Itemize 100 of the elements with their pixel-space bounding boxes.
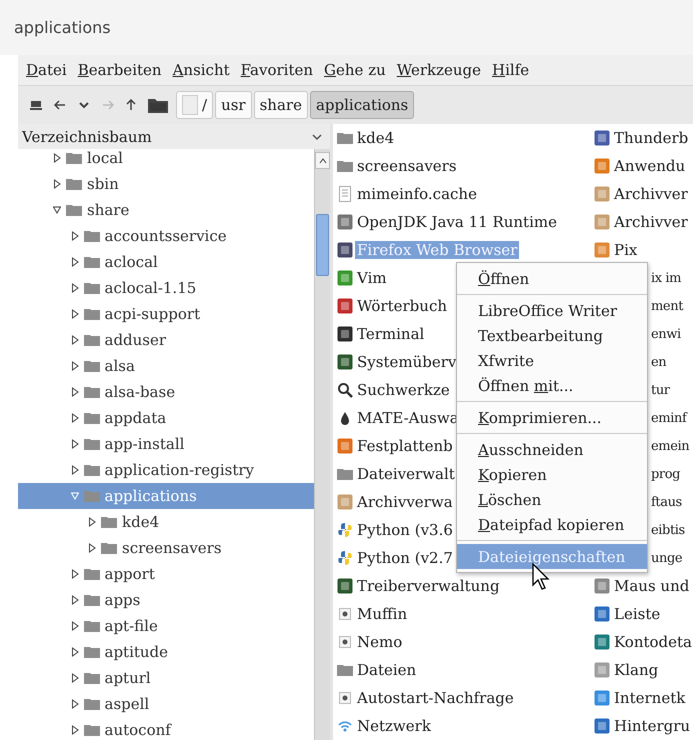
file-name[interactable]: Archivver (612, 185, 690, 203)
expander-icon[interactable] (70, 569, 78, 579)
expander-icon[interactable] (53, 205, 61, 215)
file-name[interactable]: Maus und (612, 577, 692, 595)
file-name[interactable]: screensavers (355, 157, 459, 175)
file-name[interactable]: Treiberverwaltung (355, 577, 502, 595)
file-name[interactable]: kde4 (355, 129, 396, 147)
file-name[interactable]: Dateien (355, 661, 418, 679)
file-name[interactable]: ix im (649, 270, 684, 286)
file-name[interactable]: Archivverwa (355, 493, 455, 511)
scroll-up-button[interactable] (315, 152, 330, 169)
file-name[interactable]: Thunderb (612, 129, 690, 147)
scrollbar[interactable] (314, 149, 330, 740)
expander-icon[interactable] (70, 465, 78, 475)
tree-item[interactable]: app-install (18, 431, 314, 457)
file-name[interactable]: tur (649, 382, 672, 398)
expander-icon[interactable] (70, 699, 78, 709)
expander-icon[interactable] (70, 647, 78, 657)
file-name[interactable]: Festplattenb (355, 437, 455, 455)
file-name[interactable]: Hintergru (612, 717, 692, 735)
tree-item[interactable]: screensavers (18, 535, 314, 561)
file-name[interactable]: Pix (612, 241, 640, 259)
expander-icon[interactable] (70, 439, 78, 449)
menu-item[interactable]: Ausschneiden (457, 437, 647, 462)
menu-item[interactable]: Werkzeuge (396, 61, 482, 79)
tree-item[interactable]: kde4 (18, 509, 314, 535)
expander-icon[interactable] (88, 517, 96, 527)
file-name[interactable]: Suchwerkze (355, 381, 452, 399)
menu-item[interactable]: Hilfe (492, 61, 530, 79)
menu-item[interactable]: Öffnen mit... (457, 373, 647, 398)
expander-icon[interactable] (70, 335, 78, 345)
expander-icon[interactable] (70, 673, 78, 683)
file-name[interactable]: Leiste (612, 605, 662, 623)
file-name[interactable]: OpenJDK Java 11 Runtime (355, 213, 559, 231)
file-name[interactable]: ftaus (649, 494, 684, 510)
file-name[interactable]: Python (v3.6 (355, 521, 455, 539)
file-name[interactable]: Python (v2.7 (355, 549, 455, 567)
tree-item[interactable]: alsa-base (18, 379, 314, 405)
file-name[interactable]: Klang (612, 661, 660, 679)
tree-item[interactable]: autoconf (18, 717, 314, 740)
file-name[interactable]: Internetk (612, 689, 688, 707)
menu-item[interactable]: Löschen (457, 487, 647, 512)
menu-item[interactable]: Datei (26, 61, 67, 79)
tree-item[interactable]: accountsservice (18, 223, 314, 249)
expander-icon[interactable] (53, 179, 61, 189)
caret-icon[interactable] (312, 132, 322, 140)
expander-icon[interactable] (88, 543, 96, 553)
menu-item[interactable]: Bearbeiten (78, 61, 162, 79)
file-name[interactable]: ment (649, 298, 686, 314)
tree-item[interactable]: aspell (18, 691, 314, 717)
menu-item[interactable]: Dateipfad kopieren (457, 512, 647, 537)
tree-item[interactable]: apt-file (18, 613, 314, 639)
file-name[interactable]: Netzwerk (355, 717, 433, 735)
file-name[interactable]: Terminal (355, 325, 426, 343)
tree-item[interactable]: acpi-support (18, 301, 314, 327)
tree-item[interactable]: alsa (18, 353, 314, 379)
tree-item[interactable]: apturl (18, 665, 314, 691)
expander-icon[interactable] (70, 595, 78, 605)
file-name[interactable]: mimeinfo.cache (355, 185, 479, 203)
menu-item[interactable]: Ansicht (172, 61, 230, 79)
scrollbar-thumb[interactable] (316, 214, 329, 276)
expander-icon[interactable] (53, 153, 61, 163)
menu-item[interactable]: LibreOffice Writer (457, 298, 647, 323)
menu-item[interactable]: Öffnen (457, 266, 647, 291)
file-name[interactable]: enwi (649, 326, 683, 342)
tree-item[interactable]: apport (18, 561, 314, 587)
menu-item[interactable]: Gehe zu (324, 61, 386, 79)
expander-icon[interactable] (70, 361, 78, 371)
path-button[interactable]: share (254, 91, 308, 119)
file-name[interactable]: eibtis (649, 522, 687, 538)
file-name[interactable]: Muffin (355, 605, 410, 623)
file-name[interactable]: Anwendu (612, 157, 688, 175)
expander-icon[interactable] (70, 257, 78, 267)
tree-item[interactable]: aptitude (18, 639, 314, 665)
file-name[interactable]: prog (649, 466, 682, 482)
file-name[interactable]: Vim (355, 269, 389, 287)
file-name[interactable]: Kontodeta (612, 633, 693, 651)
tree-item[interactable]: local (18, 149, 314, 171)
menu-item[interactable]: Textbearbeitung (457, 323, 647, 348)
tree-item[interactable]: appdata (18, 405, 314, 431)
tree-item[interactable]: aclocal (18, 249, 314, 275)
tree-item[interactable]: aclocal-1.15 (18, 275, 314, 301)
expander-icon[interactable] (70, 413, 78, 423)
tree-item[interactable]: application-registry (18, 457, 314, 483)
menu-item[interactable]: Komprimieren... (457, 405, 647, 430)
file-name[interactable]: unge (649, 550, 684, 566)
file-name[interactable]: emein (649, 438, 692, 454)
expander-icon[interactable] (70, 725, 78, 735)
file-name[interactable]: Autostart-Nachfrage (355, 689, 516, 707)
expander-icon[interactable] (70, 231, 78, 241)
file-name[interactable]: Dateiverwalt (355, 465, 457, 483)
expander-icon[interactable] (70, 387, 78, 397)
tree-item[interactable]: apps (18, 587, 314, 613)
menu-item[interactable]: Kopieren (457, 462, 647, 487)
expander-icon[interactable] (70, 309, 78, 319)
file-name[interactable]: en (649, 354, 668, 370)
menu-item[interactable]: Xfwrite (457, 348, 647, 373)
file-name[interactable]: Nemo (355, 633, 404, 651)
path-button[interactable]: / (176, 91, 214, 119)
tree-item[interactable]: adduser (18, 327, 314, 353)
